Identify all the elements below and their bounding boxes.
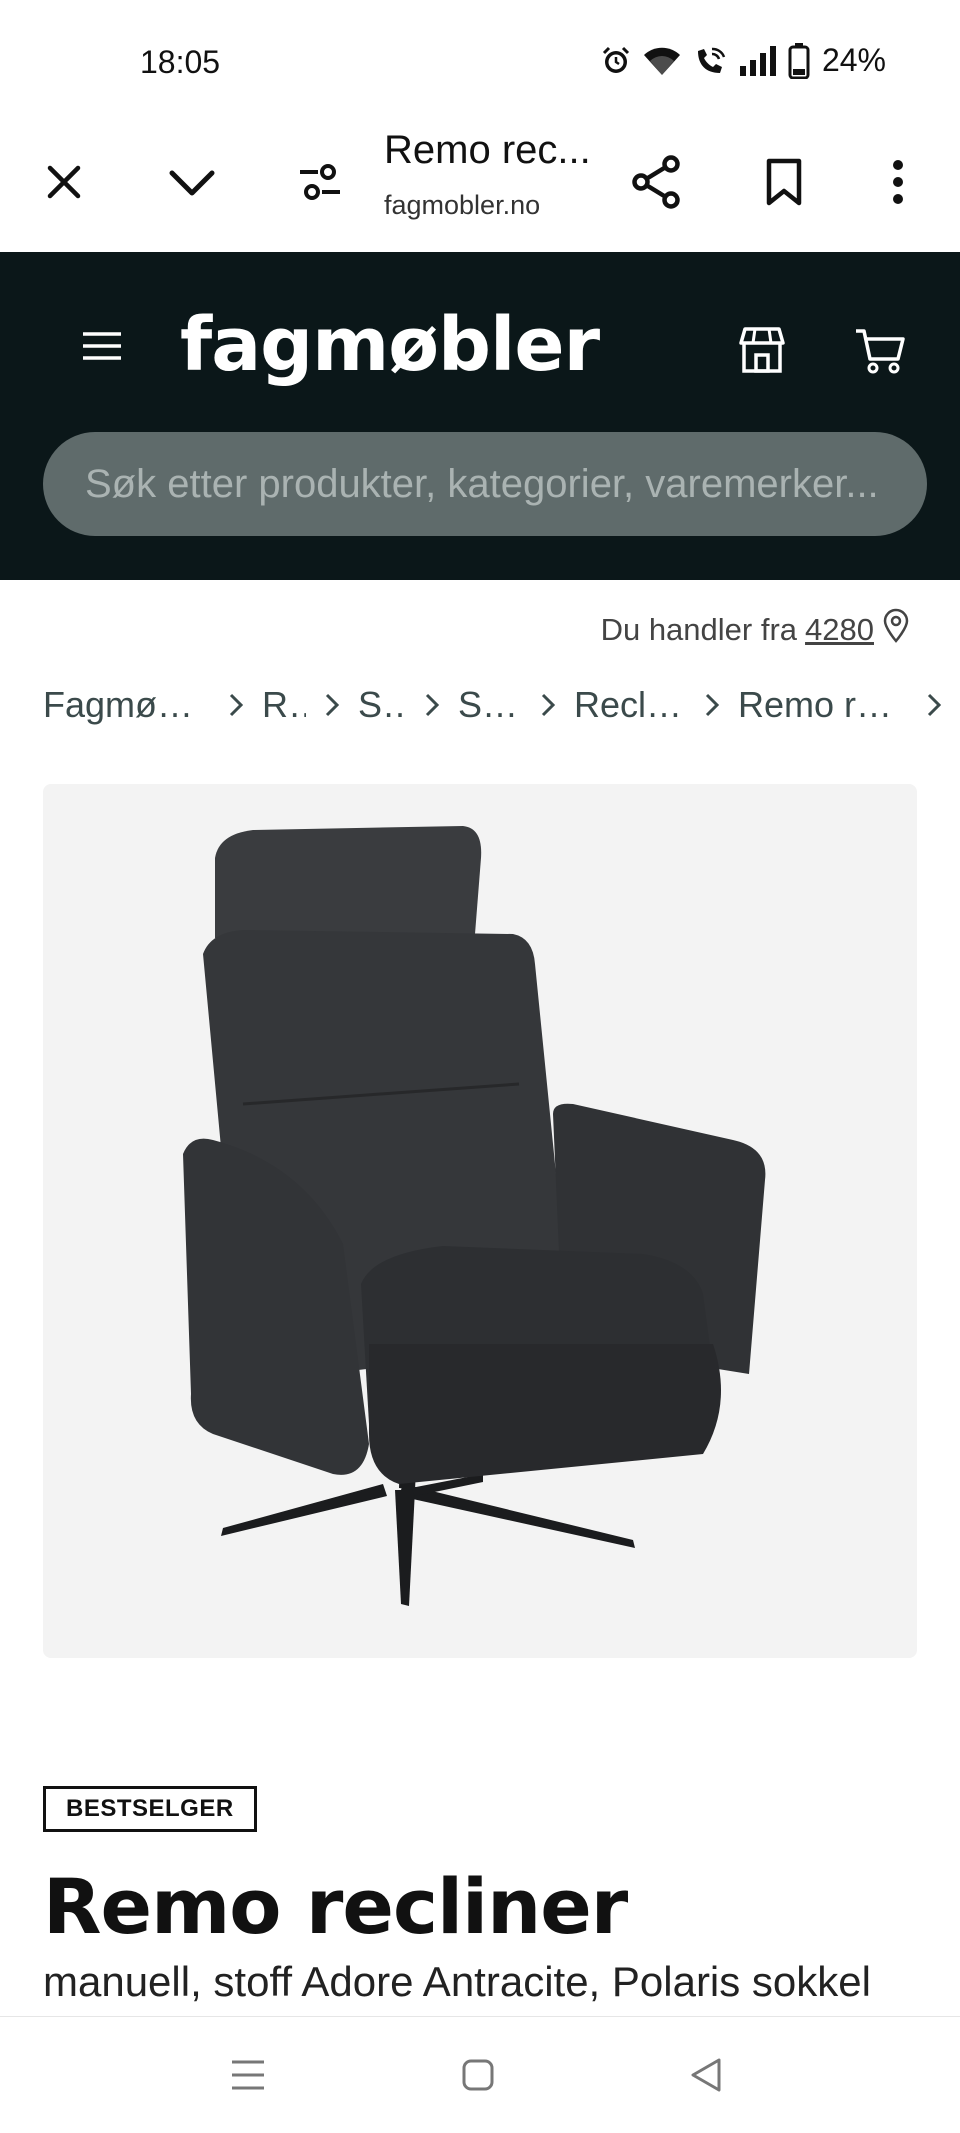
chevron-right-icon xyxy=(228,692,244,718)
site-logo[interactable]: fagmøbler xyxy=(180,302,600,388)
alarm-icon xyxy=(600,45,632,77)
bookmark-button[interactable] xyxy=(746,146,822,222)
status-bar: 18:05 24% xyxy=(0,0,960,120)
tab-url[interactable]: fagmobler.no xyxy=(384,190,540,221)
recents-button[interactable] xyxy=(218,2047,278,2107)
share-button[interactable] xyxy=(618,146,694,222)
battery-level: 24% xyxy=(821,42,886,78)
back-icon xyxy=(689,2057,723,2098)
tab-title[interactable]: Remo rec... xyxy=(384,128,594,173)
more-options-button[interactable] xyxy=(860,146,936,222)
recents-icon xyxy=(230,2058,266,2097)
location-prefix: Du handler fra xyxy=(600,612,798,647)
store-icon xyxy=(737,325,787,380)
system-nav-bar xyxy=(0,2016,960,2133)
breadcrumb: Fagmøbler Rom Stue Stoler Recliner Remo … xyxy=(43,680,960,730)
chevron-right-icon xyxy=(540,692,556,718)
chevron-right-icon xyxy=(704,692,720,718)
search-placeholder: Søk etter produkter, kategorier, varemer… xyxy=(85,461,879,506)
store-location[interactable]: Du handler fra 4280 xyxy=(601,608,910,652)
store-button[interactable] xyxy=(730,320,794,384)
map-pin-icon xyxy=(882,608,910,652)
chevron-down-icon xyxy=(168,167,216,202)
status-badge: BESTSELGER xyxy=(43,1786,257,1832)
search-input[interactable]: Søk etter produkter, kategorier, varemer… xyxy=(43,432,927,536)
breadcrumb-item[interactable]: Rom xyxy=(262,684,306,726)
bookmark-icon xyxy=(765,157,803,212)
share-icon xyxy=(631,154,681,214)
status-icons: 24% xyxy=(600,42,886,79)
breadcrumb-item[interactable]: Stoler xyxy=(458,684,522,726)
more-vert-icon xyxy=(891,159,905,210)
breadcrumb-item[interactable]: Stue xyxy=(358,684,406,726)
breadcrumb-item[interactable]: Fagmøbler xyxy=(43,684,210,726)
product-image[interactable] xyxy=(43,784,917,1658)
breadcrumb-item[interactable]: Recliner xyxy=(574,684,686,726)
breadcrumb-item[interactable]: Remo recliner xyxy=(738,684,908,726)
cart-icon xyxy=(854,325,906,380)
signal-icon xyxy=(738,45,778,76)
home-button[interactable] xyxy=(448,2047,508,2107)
menu-icon xyxy=(81,330,123,367)
tune-icon xyxy=(298,163,342,205)
chevron-right-icon xyxy=(424,692,440,718)
back-button[interactable] xyxy=(676,2047,736,2107)
close-tab-button[interactable] xyxy=(26,146,102,222)
recliner-chair-image xyxy=(183,826,766,1606)
home-icon xyxy=(461,2058,495,2097)
page-info-button[interactable] xyxy=(282,146,358,222)
menu-button[interactable] xyxy=(72,318,132,378)
close-icon xyxy=(44,162,84,207)
battery-icon xyxy=(788,42,810,79)
chevron-right-icon xyxy=(324,692,340,718)
status-time: 18:05 xyxy=(140,44,221,80)
chevron-right-icon xyxy=(926,692,942,718)
minimize-button[interactable] xyxy=(154,146,230,222)
wifi-call-icon xyxy=(692,45,728,77)
location-zip[interactable]: 4280 xyxy=(805,612,874,648)
cart-button[interactable] xyxy=(848,320,912,384)
product-subtitle: manuell, stoff Adore Antracite, Polaris … xyxy=(43,1958,871,2005)
wifi-icon xyxy=(642,45,682,77)
product-title: Remo recliner xyxy=(43,1862,628,1951)
